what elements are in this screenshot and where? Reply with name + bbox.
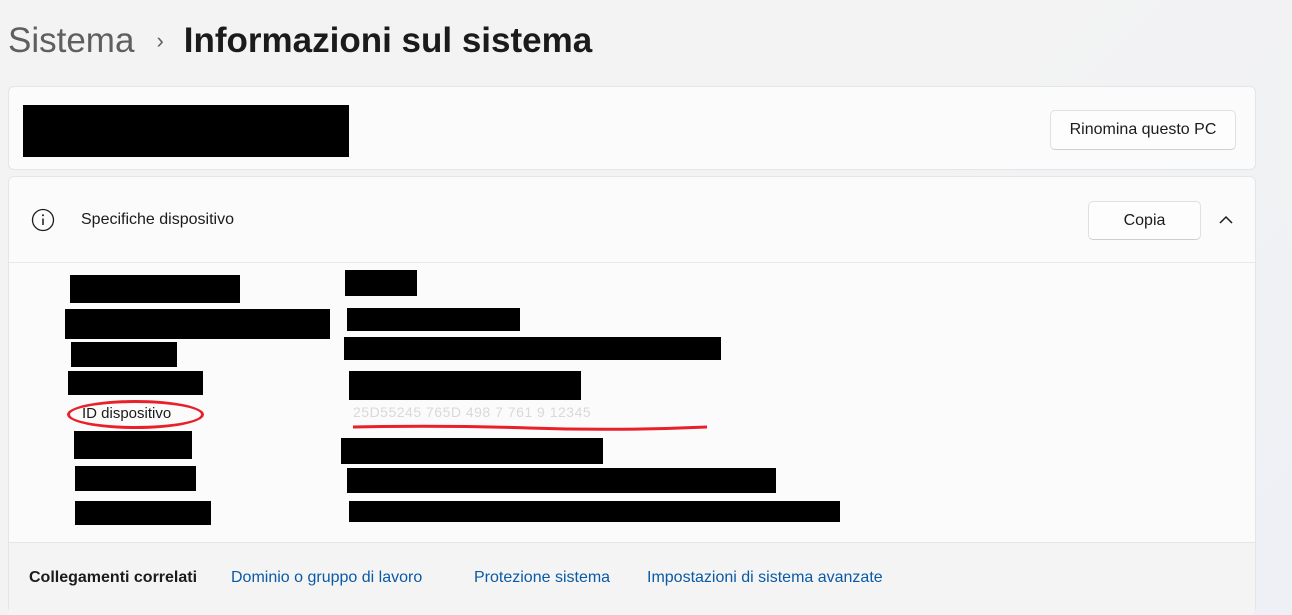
advanced-system-settings-link[interactable]: Impostazioni di sistema avanzate [647,569,883,587]
chevron-up-icon[interactable] [1216,210,1236,230]
rename-pc-button[interactable]: Rinomina questo PC [1050,110,1236,150]
info-icon [31,208,55,232]
annotation-ellipse [67,400,204,429]
page-title: Informazioni sul sistema [183,21,593,60]
redacted-label [75,501,211,525]
redacted-value [341,438,603,464]
copy-button[interactable]: Copia [1088,201,1201,240]
redacted-label [65,309,330,339]
related-links-bar: Collegamenti correlati Dominio o gruppo … [9,542,1255,615]
system-protection-link[interactable]: Protezione sistema [474,569,610,587]
breadcrumb: Sistema › Informazioni sul sistema [8,18,592,64]
redacted-device-name [23,105,349,157]
redacted-label [70,275,240,303]
specs-title: Specifiche dispositivo [81,211,234,228]
annotation-underline [352,424,708,431]
specs-header[interactable]: Specifiche dispositivo Copia [9,177,1255,263]
redacted-value [349,501,840,522]
redacted-value [344,337,721,360]
domain-workgroup-link[interactable]: Dominio o gruppo di lavoro [231,569,422,587]
breadcrumb-parent[interactable]: Sistema [8,21,134,61]
redacted-label [75,466,196,491]
device-id-value: 25D55245 765D 498 7 761 9 12345 [353,404,592,420]
redacted-label [74,431,192,459]
redacted-label [68,371,203,395]
device-specs-card: Specifiche dispositivo Copia ID disposit… [8,176,1256,615]
redacted-value [347,468,776,493]
redacted-label [71,342,177,367]
chevron-right-icon: › [156,28,164,53]
redacted-value [345,270,417,296]
redacted-value [349,371,581,400]
device-name-card: Rinomina questo PC [8,86,1256,170]
redacted-value [347,308,520,331]
related-links-title: Collegamenti correlati [29,569,198,586]
